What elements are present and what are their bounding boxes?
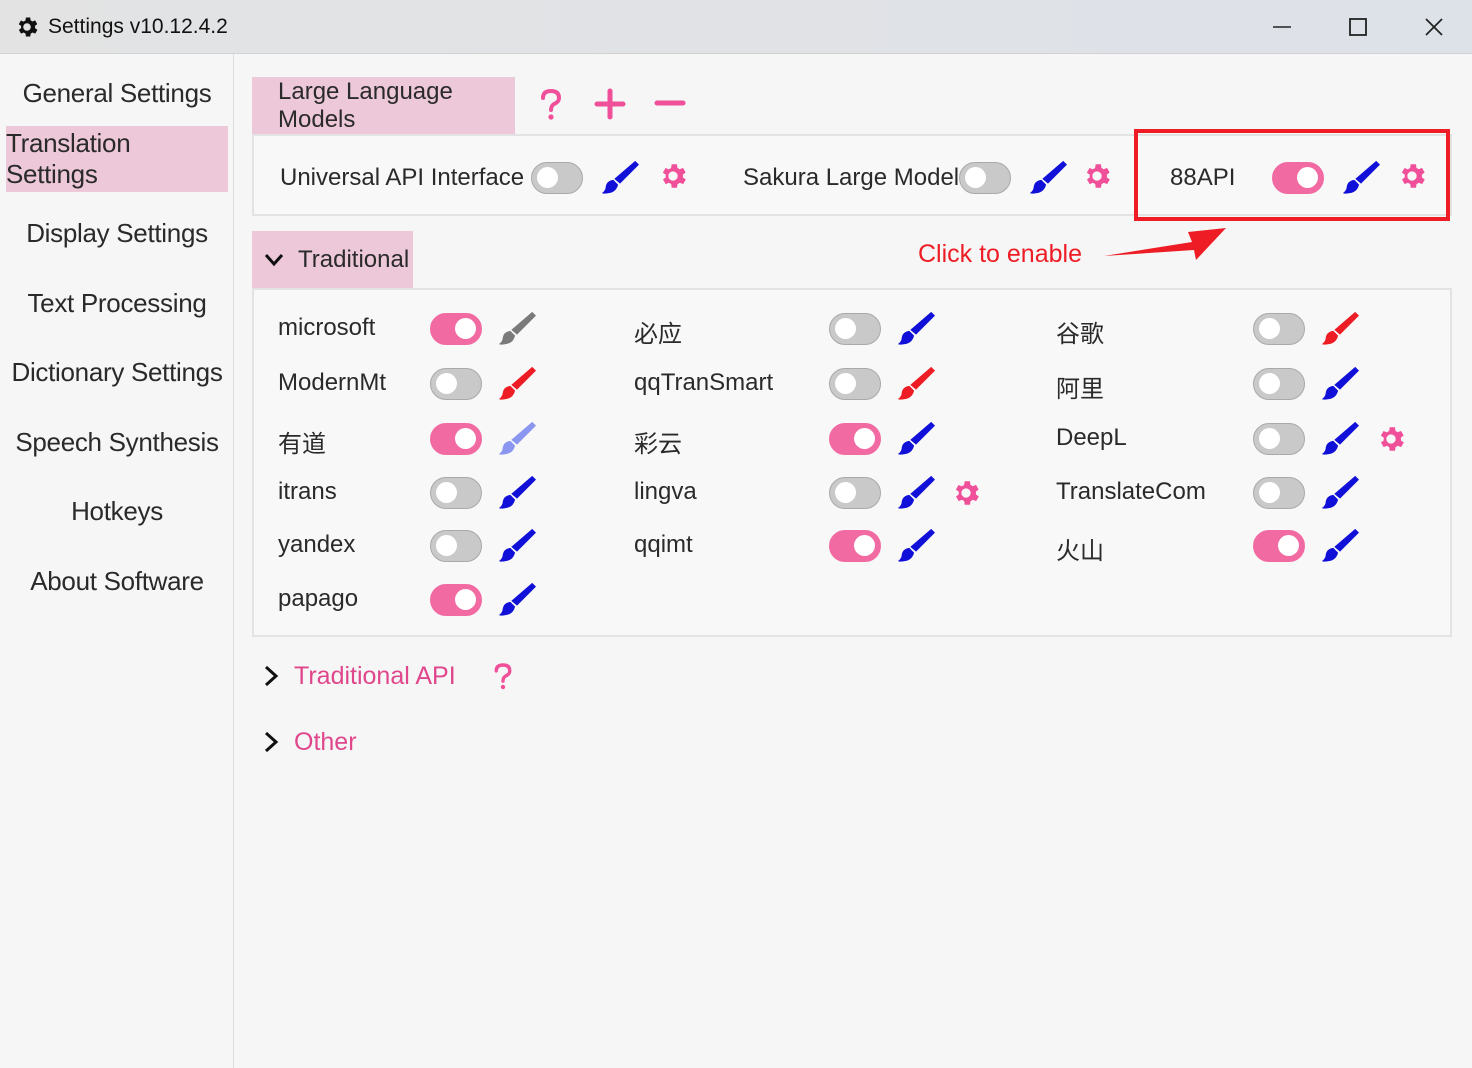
plus-icon[interactable] <box>594 88 626 120</box>
gear-icon[interactable] <box>950 477 982 509</box>
brush-icon[interactable] <box>1321 419 1359 457</box>
question-icon[interactable] <box>492 662 514 690</box>
brush-icon[interactable] <box>601 158 639 196</box>
brush-icon[interactable] <box>498 526 536 564</box>
provider-label-item-2: 谷歌 <box>1056 321 1104 348</box>
provider-label-itrans: itrans <box>278 478 337 505</box>
brush-icon[interactable] <box>897 364 935 402</box>
toggle-yandex[interactable] <box>430 530 482 562</box>
chevron-down-icon <box>264 254 284 267</box>
toggle-item-14[interactable] <box>1253 530 1305 562</box>
llm-group-title: Large Language Models <box>278 78 453 133</box>
brush-icon[interactable] <box>897 419 935 457</box>
minimize-icon <box>1273 26 1291 28</box>
sidebar-item-hotkeys[interactable]: Hotkeys <box>6 478 228 544</box>
provider-label-modernmt: ModernMt <box>278 369 387 396</box>
gear-icon[interactable] <box>1375 423 1407 455</box>
annotation-arrow-icon <box>1104 228 1226 260</box>
provider-label-yandex: yandex <box>278 531 356 558</box>
toggle-item-6[interactable] <box>430 423 482 455</box>
chevron-right-icon <box>264 665 279 687</box>
toggle-papago[interactable] <box>430 584 482 616</box>
brush-icon[interactable] <box>1321 473 1359 511</box>
sidebar-item-display-settings[interactable]: Display Settings <box>6 200 228 266</box>
section-other[interactable]: Other <box>262 724 357 760</box>
section-traditional-api-label: Traditional API <box>294 661 456 690</box>
sidebar-item-speech-synthesis[interactable]: Speech Synthesis <box>6 409 228 475</box>
gear-icon <box>18 17 38 37</box>
provider-label-sakura-large-model: Sakura Large Model <box>743 164 960 191</box>
toggle-microsoft[interactable] <box>430 313 482 345</box>
provider-label-item-14: 火山 <box>1056 538 1104 565</box>
provider-label-microsoft: microsoft <box>278 314 376 341</box>
brush-icon[interactable] <box>498 309 536 347</box>
sidebar-item-translation-settings[interactable]: Translation Settings <box>6 126 228 192</box>
annotation-text: Click to enable <box>918 240 1082 268</box>
provider-label-qqimt: qqimt <box>634 531 693 558</box>
close-button[interactable] <box>1412 8 1456 46</box>
traditional-group-title: Traditional <box>298 246 410 273</box>
brush-icon[interactable] <box>498 419 536 457</box>
question-icon[interactable] <box>538 88 564 120</box>
provider-label-lingva: lingva <box>634 478 697 505</box>
brush-icon[interactable] <box>498 364 536 402</box>
sidebar: General Settings Translation Settings Di… <box>0 54 234 1068</box>
chevron-right-icon <box>264 731 279 753</box>
brush-icon[interactable] <box>897 473 935 511</box>
toggle-item-7[interactable] <box>829 423 881 455</box>
brush-icon[interactable] <box>897 526 935 564</box>
toggle-item-2[interactable] <box>1253 313 1305 345</box>
toggle-translatecom[interactable] <box>1253 477 1305 509</box>
section-other-label: Other <box>294 727 357 756</box>
toggle-item-1[interactable] <box>829 313 881 345</box>
toggle-itrans[interactable] <box>430 477 482 509</box>
sidebar-item-general-settings[interactable]: General Settings <box>6 60 228 126</box>
window-title: Settings v10.12.4.2 <box>48 15 228 38</box>
toggle-universal-api-interface[interactable] <box>531 162 583 194</box>
toggle-qqtransmart[interactable] <box>829 368 881 400</box>
minimize-button[interactable] <box>1260 8 1304 46</box>
brush-icon[interactable] <box>1029 158 1067 196</box>
toggle-qqimt[interactable] <box>829 530 881 562</box>
brush-icon[interactable] <box>498 580 536 618</box>
provider-label-universal-api-interface: Universal API Interface <box>280 164 525 191</box>
provider-label-item-5: 阿里 <box>1056 376 1104 403</box>
annotation-highlight-box <box>1134 129 1450 221</box>
sidebar-item-about-software[interactable]: About Software <box>6 548 228 614</box>
brush-icon[interactable] <box>1321 309 1359 347</box>
provider-label-item-7: 彩云 <box>634 431 682 458</box>
brush-icon[interactable] <box>1321 364 1359 402</box>
provider-label-papago: papago <box>278 585 359 612</box>
toggle-item-5[interactable] <box>1253 368 1305 400</box>
section-traditional-api[interactable]: Traditional API <box>262 658 514 694</box>
brush-icon[interactable] <box>897 309 935 347</box>
brush-icon[interactable] <box>498 473 536 511</box>
provider-label-translatecom: TranslateCom <box>1056 478 1206 505</box>
toggle-lingva[interactable] <box>829 477 881 509</box>
provider-label-qqtransmart: qqTranSmart <box>634 369 774 396</box>
sidebar-item-text-processing[interactable]: Text Processing <box>6 270 228 336</box>
provider-label-item-6: 有道 <box>278 431 326 458</box>
title-bar: Settings v10.12.4.2 <box>0 0 1472 54</box>
gear-icon[interactable] <box>657 160 689 192</box>
provider-label-deepl: DeepL <box>1056 424 1127 451</box>
maximize-button[interactable] <box>1336 8 1380 46</box>
minus-icon[interactable] <box>654 88 686 120</box>
brush-icon[interactable] <box>1321 526 1359 564</box>
provider-label-item-1: 必应 <box>634 321 682 348</box>
gear-icon[interactable] <box>1081 160 1113 192</box>
sidebar-item-dictionary-settings[interactable]: Dictionary Settings <box>6 339 228 405</box>
llm-group-header[interactable]: Large Language Models <box>252 77 515 135</box>
toggle-modernmt[interactable] <box>430 368 482 400</box>
traditional-group-header[interactable]: Traditional <box>252 231 413 289</box>
close-icon <box>1425 18 1443 36</box>
toggle-deepl[interactable] <box>1253 423 1305 455</box>
toggle-sakura-large-model[interactable] <box>959 162 1011 194</box>
maximize-icon <box>1349 18 1367 36</box>
